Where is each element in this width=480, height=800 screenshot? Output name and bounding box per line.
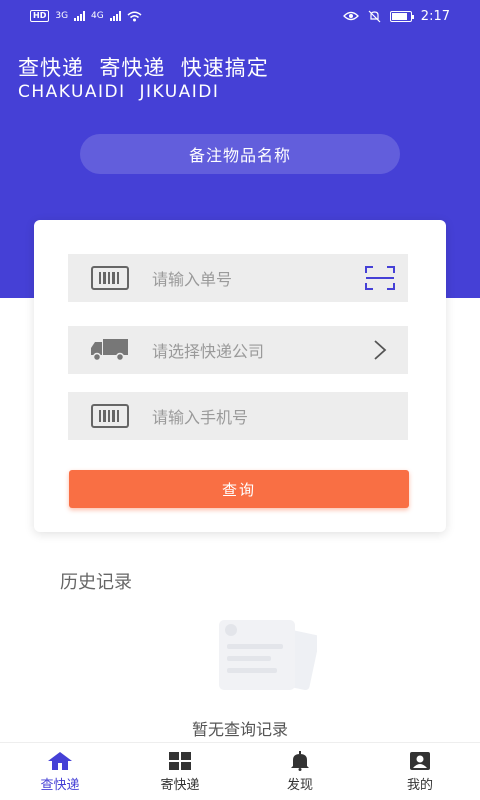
tab-send[interactable]: 寄快递 — [120, 743, 240, 800]
signal-icon — [74, 11, 86, 21]
empty-box-illustration — [219, 620, 317, 691]
chevron-right-icon — [374, 340, 387, 360]
remark-input[interactable]: 备注物品名称 — [80, 134, 400, 174]
slogan-cn: 查快递 寄快递 快速搞定 — [18, 56, 269, 80]
mute-icon — [368, 10, 381, 22]
tracking-number-field[interactable]: 请输入单号 — [68, 254, 408, 302]
tracking-number-placeholder: 请输入单号 — [152, 270, 233, 289]
battery-icon — [389, 10, 414, 22]
scan-button[interactable] — [352, 254, 408, 302]
wifi-icon — [127, 11, 142, 21]
hd-badge: HD — [30, 10, 50, 22]
bottom-tab-bar: 查快递 寄快递 发现 我的 — [0, 742, 480, 800]
tab-send-label: 寄快递 — [160, 777, 200, 793]
sim1-label: 3G — [55, 11, 69, 21]
screen: HD 3G 4G 2:17 查快递 寄快递 快速搞定 CHAKUAIDI JIK… — [0, 0, 480, 800]
tab-profile-label: 我的 — [406, 777, 433, 793]
eye-icon — [342, 11, 359, 21]
empty-history-text: 暂无查询记录 — [191, 720, 288, 739]
tab-query[interactable]: 查快递 — [0, 743, 120, 800]
clock: 2:17 — [420, 8, 450, 24]
scan-icon — [365, 266, 395, 290]
query-button[interactable]: 查询 — [69, 470, 409, 508]
barcode-icon — [91, 266, 129, 290]
phone-placeholder: 请输入手机号 — [152, 408, 249, 427]
courier-select[interactable]: 请选择快递公司 — [68, 326, 408, 374]
home-icon — [48, 751, 72, 770]
tab-discover-label: 发现 — [286, 777, 313, 793]
courier-placeholder: 请选择快递公司 — [152, 342, 265, 361]
truck-icon — [91, 339, 128, 362]
tab-query-label: 查快递 — [40, 777, 80, 793]
query-card: 请输入单号 请选择快递公司 请输入手机号 查询 — [34, 220, 446, 532]
phone-field[interactable]: 请输入手机号 — [68, 392, 408, 440]
tab-discover[interactable]: 发现 — [240, 743, 360, 800]
status-right: 2:17 — [342, 8, 450, 24]
grid-icon — [169, 751, 191, 770]
sim2-label: 4G — [91, 11, 104, 21]
signal-icon — [109, 11, 121, 21]
profile-icon — [410, 751, 430, 770]
network-indicators: HD 3G 4G — [30, 10, 142, 22]
status-bar: HD 3G 4G 2:17 — [0, 0, 480, 32]
history-title: 历史记录 — [60, 572, 132, 593]
bell-icon — [291, 750, 309, 771]
slogan-en: CHAKUAIDI JIKUAIDI — [18, 82, 220, 102]
tab-profile[interactable]: 我的 — [360, 743, 480, 800]
barcode-icon — [91, 404, 129, 428]
